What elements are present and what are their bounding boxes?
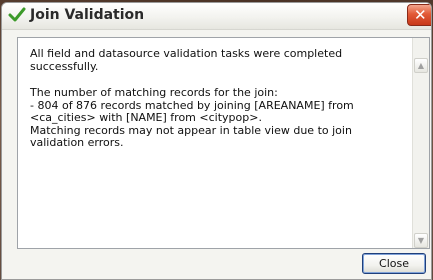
message-text: All field and datasource validation task… xyxy=(30,47,405,150)
message-line: All field and datasource validation task… xyxy=(30,47,346,73)
title-bar[interactable]: Join Validation ✕ xyxy=(2,3,431,30)
join-validation-dialog: Join Validation ✕ All field and datasour… xyxy=(1,2,432,280)
scroll-down-icon[interactable]: ▼ xyxy=(414,233,428,248)
close-icon[interactable]: ✕ xyxy=(407,4,431,26)
message-line: The number of matching records for the j… xyxy=(30,86,278,99)
close-button[interactable]: Close xyxy=(362,253,426,274)
message-panel[interactable]: All field and datasource validation task… xyxy=(17,37,430,249)
message-line: Matching records may not appear in table… xyxy=(30,123,356,149)
message-line: - 804 of 876 records matched by joining … xyxy=(30,98,358,124)
vertical-scrollbar[interactable]: ▲ ▼ xyxy=(412,38,429,248)
checkmark-icon xyxy=(8,7,26,22)
scroll-up-icon[interactable]: ▲ xyxy=(414,58,428,73)
dialog-title: Join Validation xyxy=(30,7,145,23)
